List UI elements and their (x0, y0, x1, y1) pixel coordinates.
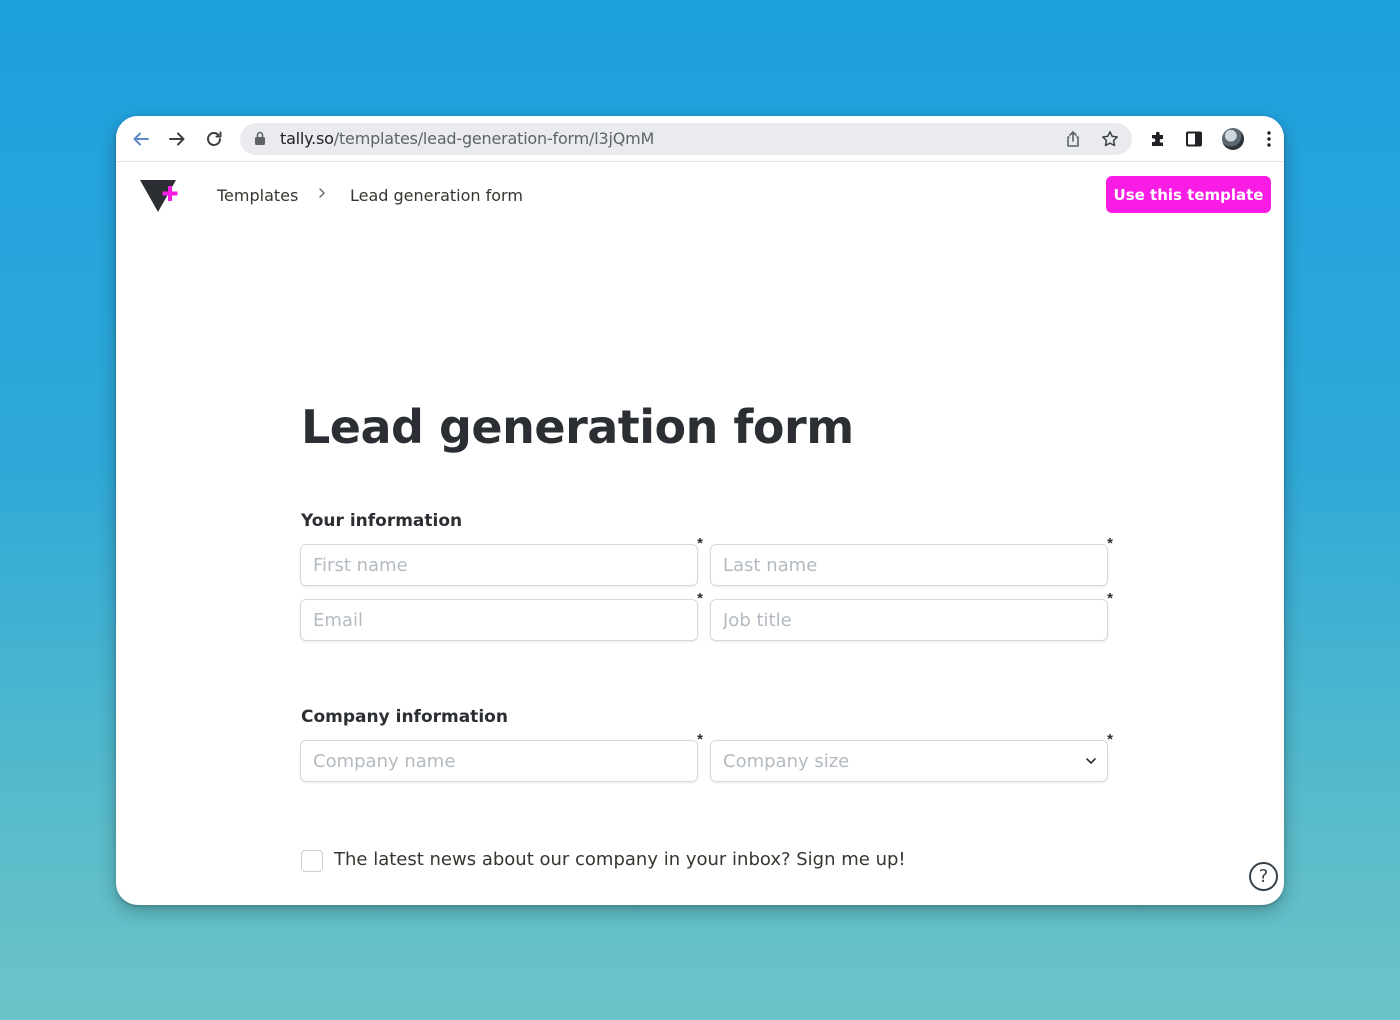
kebab-menu-icon (1267, 131, 1271, 147)
arrow-right-icon (169, 132, 185, 146)
help-button[interactable]: ? (1249, 862, 1278, 891)
newsletter-label[interactable]: The latest news about our company in you… (334, 849, 906, 870)
reload-button[interactable] (201, 126, 227, 152)
reload-icon (207, 131, 222, 146)
job-title-input[interactable] (711, 600, 1107, 640)
browser-toolbar: tally.so/templates/lead-generation-form/… (116, 116, 1284, 162)
newsletter-checkbox[interactable] (301, 850, 323, 872)
section-your-information: Your information (301, 511, 463, 531)
address-url: tally.so/templates/lead-generation-form/… (280, 123, 654, 155)
use-template-button[interactable]: Use this template (1106, 176, 1271, 213)
chevron-down-icon (1086, 758, 1096, 764)
tally-logo-icon[interactable] (138, 176, 182, 216)
company-name-input[interactable] (301, 741, 697, 781)
star-icon[interactable] (1101, 130, 1119, 148)
required-marker: * (697, 535, 703, 552)
address-bar[interactable]: tally.so/templates/lead-generation-form/… (240, 123, 1132, 155)
email-input[interactable] (301, 600, 697, 640)
url-path: /templates/lead-generation-form/l3jQmM (333, 129, 655, 148)
breadcrumb-current: Lead generation form (350, 186, 523, 205)
last-name-field[interactable]: * (710, 535, 1113, 586)
url-host: tally.so (280, 129, 334, 148)
puzzle-icon (1152, 131, 1163, 146)
forward-button[interactable] (164, 126, 190, 152)
back-button[interactable] (128, 126, 154, 152)
required-marker: * (697, 731, 703, 748)
page-title: Lead generation form (301, 400, 854, 454)
required-marker: * (1107, 731, 1113, 748)
share-icon[interactable] (1064, 130, 1082, 148)
breadcrumb-templates[interactable]: Templates (217, 186, 298, 205)
chevron-right-icon (319, 188, 325, 198)
company-name-field[interactable]: * (300, 731, 703, 782)
lock-icon (255, 131, 265, 145)
menu-button[interactable] (1256, 126, 1282, 152)
side-panel-button[interactable] (1181, 126, 1207, 152)
required-marker: * (1107, 590, 1113, 607)
company-size-placeholder: Company size (723, 751, 850, 772)
first-name-input[interactable] (301, 545, 697, 585)
required-marker: * (697, 590, 703, 607)
email-field[interactable]: * (300, 590, 703, 641)
side-panel-icon (1186, 131, 1202, 147)
browser-window: tally.so/templates/lead-generation-form/… (116, 116, 1284, 905)
job-title-field[interactable]: * (710, 590, 1113, 641)
site-header: Templates Lead generation form Use this … (116, 162, 1284, 228)
form-page: Lead generation form Your information * … (116, 228, 1284, 905)
last-name-input[interactable] (711, 545, 1107, 585)
extensions-button[interactable] (1145, 126, 1171, 152)
company-size-select[interactable]: Company size * (710, 731, 1113, 782)
required-marker: * (1107, 535, 1113, 552)
first-name-field[interactable]: * (300, 535, 703, 586)
arrow-left-icon (133, 132, 149, 146)
profile-avatar[interactable] (1222, 128, 1244, 150)
section-company-information: Company information (301, 707, 508, 727)
